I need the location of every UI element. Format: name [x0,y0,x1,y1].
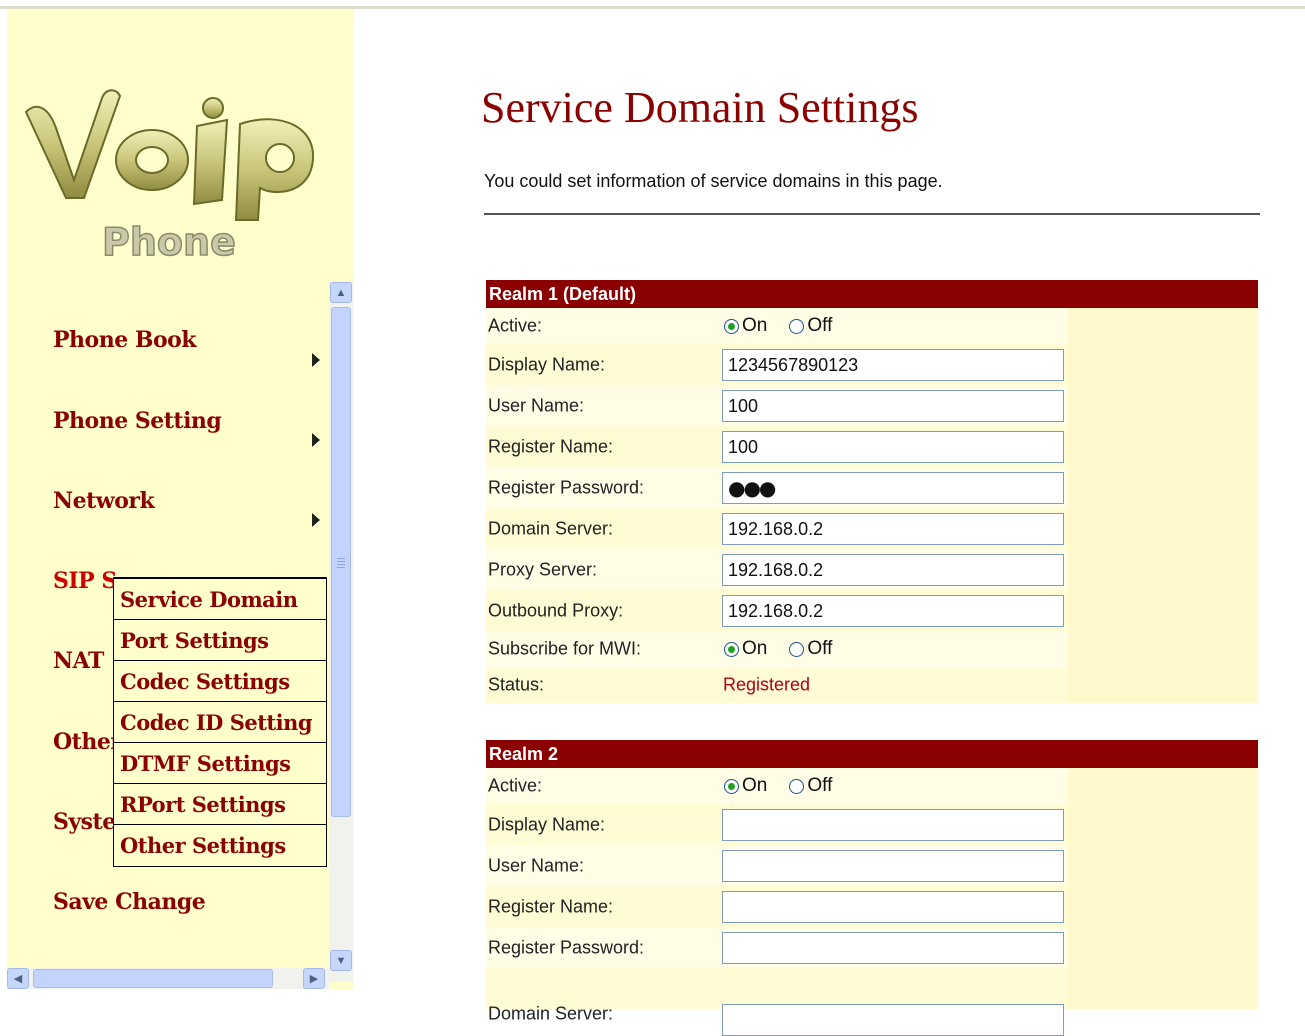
realm-1-mwi-off-radio[interactable] [789,641,805,657]
voip-phone-logo: Phone [24,89,315,265]
realm-2-register-password-input[interactable] [722,931,1064,964]
realm-1-section: Realm 1 (Default) Active: On Off Display… [486,280,1258,703]
scroll-down-icon[interactable]: ▼ [330,950,352,971]
submenu-arrow-icon [312,433,320,447]
on-label: On [742,638,768,659]
realm-1-subscribe-mwi-row: Subscribe for MWI: On Off [486,631,1258,667]
proxy-server-label: Proxy Server: [488,559,598,579]
submenu-codec-id-setting[interactable]: Codec ID Setting [114,702,326,743]
submenu-arrow-icon [312,513,320,527]
realm-2-user-name-input[interactable] [722,849,1064,882]
active-label: Active: [488,315,543,336]
realm-1-proxy-server-input[interactable]: 192.168.0.2 [722,553,1064,586]
scroll-left-icon[interactable]: ◀ [7,968,29,989]
realm-2-active-on-radio[interactable] [724,778,739,794]
menu-item-other[interactable]: Other [53,729,122,755]
menu-item-phone-setting[interactable]: Phone Setting [53,408,222,434]
realm-1-register-password-input[interactable]: ●●● [722,471,1064,504]
realm-2-user-name-row: User Name: [486,845,1258,886]
horizontal-scroll-thumb[interactable] [33,969,273,988]
realm-1-active-on-radio[interactable] [724,318,739,334]
realm-1-domain-server-input[interactable]: 192.168.0.2 [722,512,1064,545]
realm-1-display-name-row: Display Name: 1234567890123 [486,344,1258,385]
realm-2-active-radio-group: On Off [724,775,854,797]
domain-server-label: Domain Server: [488,518,614,538]
logo-subtitle: Phone [102,220,236,264]
display-name-label: Display Name: [488,354,606,374]
realm-1-mwi-on-radio[interactable] [724,641,739,657]
user-name-label: User Name: [488,855,585,875]
realm-2-header: Realm 2 [486,740,1258,768]
register-name-label: Register Name: [488,896,614,916]
realm-1-active-row: Active: On Off [486,308,1258,344]
realm-1-proxy-server-row: Proxy Server: 192.168.0.2 [486,549,1258,590]
off-label: Off [807,638,833,659]
realm-1-register-name-row: Register Name: 100 [486,426,1258,467]
submenu-dtmf-settings[interactable]: DTMF Settings [114,743,326,784]
active-label: Active: [488,775,543,796]
submenu-port-settings[interactable]: Port Settings [114,620,326,661]
register-name-label: Register Name: [488,436,614,456]
sip-settings-submenu: Service Domain Port Settings Codec Setti… [113,577,327,867]
realm-1-display-name-input[interactable]: 1234567890123 [722,348,1064,381]
realm-2-register-name-row: Register Name: [486,886,1258,927]
realm-2-section: Realm 2 Active: On Off Display Name: Use… [486,740,1258,1036]
realm-1-status-row: Status: Registered [486,667,1258,703]
realm-1-status-value: Registered [723,674,811,695]
scroll-up-icon[interactable]: ▲ [330,282,352,303]
on-label: On [742,775,768,796]
realm-2-active-row: Active: On Off [486,768,1258,804]
top-border [0,6,1305,9]
outbound-proxy-label: Outbound Proxy: [488,600,624,620]
realm-1-user-name-input[interactable]: 100 [722,389,1064,422]
menu-item-save-change[interactable]: Save Change [53,889,206,915]
divider [484,213,1260,215]
register-password-label: Register Password: [488,477,645,497]
realm-1-mwi-radio-group: On Off [724,638,854,660]
realm-2-domain-server-input[interactable] [722,1004,1064,1036]
scroll-right-icon[interactable]: ▶ [303,968,325,989]
realm-1-active-off-radio[interactable] [789,318,805,334]
submenu-codec-settings[interactable]: Codec Settings [114,661,326,702]
realm-1-user-name-row: User Name: 100 [486,385,1258,426]
realm-1-header: Realm 1 (Default) [486,280,1258,308]
on-label: On [742,315,768,336]
user-name-label: User Name: [488,395,585,415]
off-label: Off [807,775,833,796]
horizontal-scrollbar[interactable]: ◀ ▶ [7,968,329,989]
realm-1-register-name-input[interactable]: 100 [722,430,1064,463]
display-name-label: Display Name: [488,814,606,834]
realm-1-outbound-proxy-row: Outbound Proxy: 192.168.0.2 [486,590,1258,631]
submenu-other-settings[interactable]: Other Settings [114,825,326,866]
realm-2-display-name-input[interactable] [722,808,1064,841]
menu-item-network[interactable]: Network [53,488,155,514]
realm-1-domain-server-row: Domain Server: 192.168.0.2 [486,508,1258,549]
submenu-arrow-icon [312,353,320,367]
realm-2-register-password-row: Register Password: [486,927,1258,968]
realm-2-register-name-input[interactable] [722,890,1064,923]
submenu-service-domain[interactable]: Service Domain [114,579,326,620]
subscribe-mwi-label: Subscribe for MWI: [488,638,642,659]
realm-1-outbound-proxy-input[interactable]: 192.168.0.2 [722,594,1064,627]
realm-2-active-off-radio[interactable] [789,778,805,794]
status-label: Status: [488,674,545,695]
domain-server-label: Domain Server: [488,1003,614,1024]
menu-item-nat[interactable]: NAT [53,648,104,674]
vertical-scrollbar[interactable]: ▲ ▼ [329,282,353,982]
register-password-label: Register Password: [488,937,645,957]
realm-1-active-radio-group: On Off [724,315,854,337]
page-description: You could set information of service dom… [484,171,943,191]
vertical-scroll-thumb[interactable] [331,307,351,817]
menu-item-phone-book[interactable]: Phone Book [53,327,197,353]
realm-1-register-password-row: Register Password: ●●● [486,467,1258,508]
submenu-rport-settings[interactable]: RPort Settings [114,784,326,825]
voip-wordmark [24,89,315,221]
off-label: Off [807,315,833,336]
realm-2-display-name-row: Display Name: [486,804,1258,845]
menu-item-sip-settings[interactable]: SIP S [53,568,117,594]
page-title: Service Domain Settings [481,83,919,132]
menu-item-system[interactable]: Syste [53,809,116,835]
